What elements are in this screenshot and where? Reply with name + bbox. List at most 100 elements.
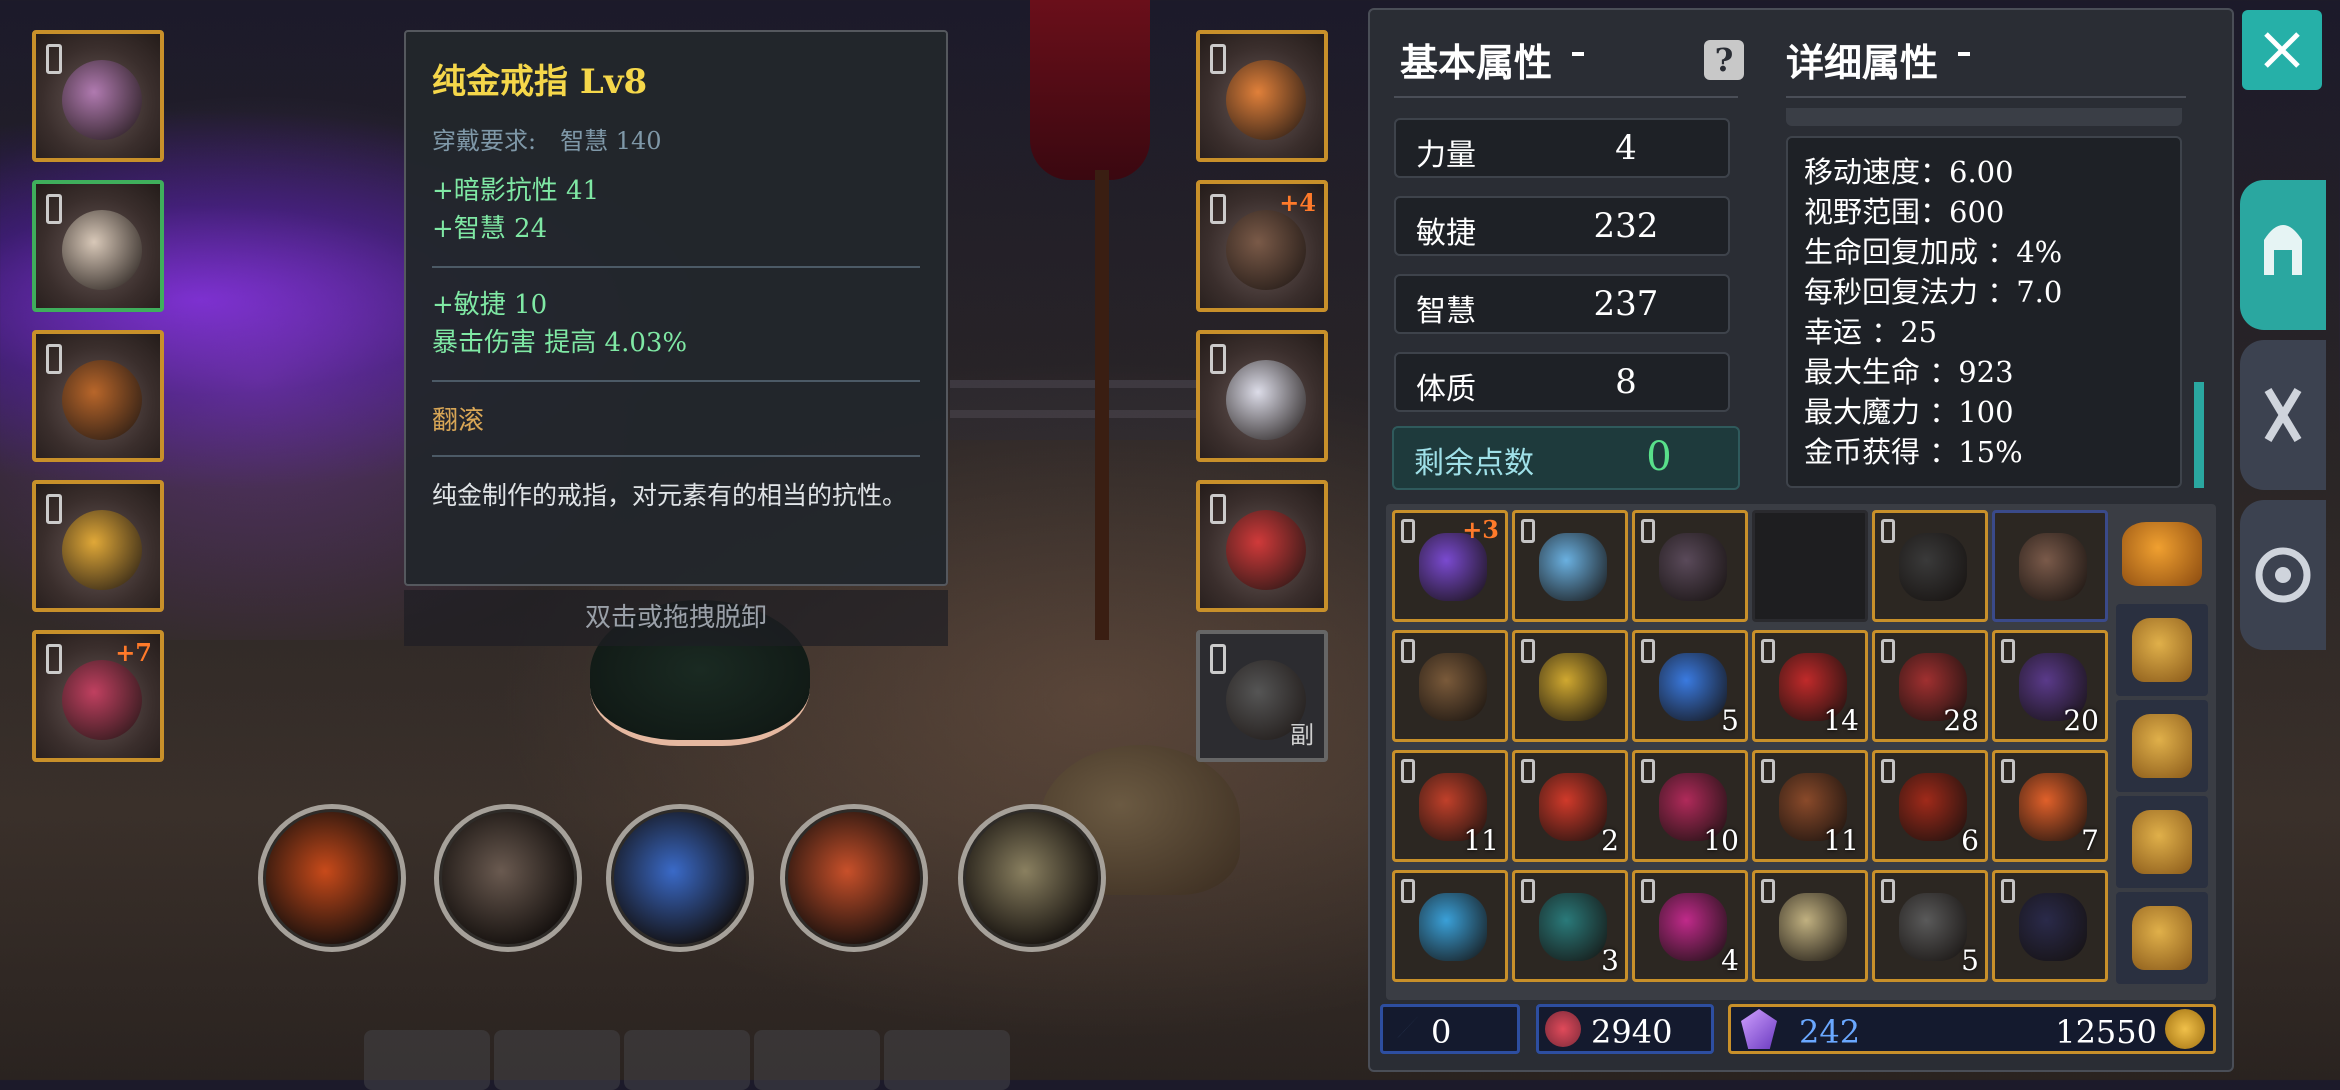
inventory-slot[interactable] (1872, 510, 1988, 622)
equipment-slot[interactable]: 副 (1196, 630, 1328, 762)
stat-label: 体质 (1416, 372, 1476, 407)
equipment-slot[interactable]: +7 (32, 630, 164, 762)
inventory-slot[interactable] (1512, 630, 1628, 742)
inventory-slot[interactable] (1992, 870, 2108, 982)
inventory-slot[interactable]: 7 (1992, 750, 2108, 862)
detail-luck: 幸运 ：25 (1804, 315, 1938, 349)
lock-icon (1210, 44, 1226, 74)
inventory-slot[interactable]: 10 (1632, 750, 1748, 862)
close-button[interactable] (2242, 10, 2322, 90)
inventory-slot[interactable]: 14 (1752, 630, 1868, 742)
stat-agility: 敏捷 232 (1394, 196, 1730, 256)
detail-attributes-list[interactable]: 移动速度：6.00 视野范围：600 生命回复加成 ：4% 每秒回复法力 ：7.… (1786, 136, 2182, 488)
inventory-slot[interactable]: 3 (1512, 870, 1628, 982)
equipment-slot[interactable] (1196, 330, 1328, 462)
lock-icon (1521, 879, 1535, 903)
divider (1786, 96, 2186, 98)
wand-value: 0 (1431, 1013, 1452, 1051)
item-requirement: 穿戴要求: 智慧 140 (432, 121, 920, 156)
bag-slot[interactable] (2116, 604, 2208, 696)
bag-slot[interactable] (2116, 508, 2208, 600)
equipment-slot[interactable] (32, 480, 164, 612)
enhance-level: +7 (115, 638, 152, 667)
requirement-label: 穿戴要求: (432, 127, 537, 155)
close-icon (2264, 32, 2300, 68)
extra-stat: +敏捷 10 (432, 290, 548, 320)
equipment-slot[interactable] (1196, 480, 1328, 612)
fireball-skill-icon[interactable] (780, 804, 928, 952)
inventory-slot[interactable]: 28 (1872, 630, 1988, 742)
heart-currency: 2940 (1536, 1004, 1714, 1054)
bag-slot[interactable] (2116, 796, 2208, 888)
claw-skill-icon[interactable] (434, 804, 582, 952)
equipment-slot[interactable]: +4 (1196, 180, 1328, 312)
lock-icon (1401, 519, 1415, 543)
stack-count: 5 (1721, 704, 1739, 737)
detail-max-mana: 最大魔力 ：100 (1804, 395, 2014, 429)
stack-count: 10 (1703, 824, 1739, 857)
bag-slot[interactable] (2116, 700, 2208, 792)
bag-slot[interactable] (2116, 892, 2208, 984)
equipment-slot[interactable] (32, 30, 164, 162)
stack-count: 5 (1961, 944, 1979, 977)
lock-icon (1641, 879, 1655, 903)
equipment-slot[interactable] (1196, 30, 1328, 162)
enhance-level: +4 (1279, 188, 1316, 217)
inventory-slot[interactable]: 5 (1632, 630, 1748, 742)
lightning-orb-skill-icon[interactable] (606, 804, 754, 952)
stat-label: 智慧 (1416, 294, 1476, 329)
bottom-tab[interactable] (364, 1030, 490, 1090)
inventory-slot[interactable] (1392, 630, 1508, 742)
gold-coin-icon (2165, 1009, 2205, 1049)
stat-constitution: 体质 8 (1394, 352, 1730, 412)
vortex-skill-icon[interactable] (958, 804, 1106, 952)
dark-scale-icon (2019, 893, 2087, 961)
inventory-slot[interactable] (1392, 870, 1508, 982)
bag-icon (2132, 618, 2192, 682)
help-icon[interactable]: ? (1704, 40, 1744, 80)
stack-count: 7 (2081, 824, 2099, 857)
meteor-skill-icon[interactable] (258, 804, 406, 952)
inventory-slot[interactable] (1512, 510, 1628, 622)
inventory-slot[interactable]: 5 (1872, 870, 1988, 982)
bottom-tab[interactable] (754, 1030, 880, 1090)
bottom-tab[interactable] (494, 1030, 620, 1090)
teal-shards-icon (1539, 893, 1607, 961)
detail-hp-regen: 生命回复加成 ：4% (1804, 235, 2063, 269)
inventory-slot[interactable] (1752, 510, 1868, 622)
inventory-slot[interactable]: 11 (1752, 750, 1868, 862)
inventory-slot[interactable] (1752, 870, 1868, 982)
bag-icon (2122, 522, 2202, 586)
shield-icon (1419, 653, 1487, 721)
stat-value: 8 (1615, 362, 1637, 402)
inventory-slot[interactable]: 11 (1392, 750, 1508, 862)
detail-scrollbar[interactable] (2194, 382, 2204, 488)
ring-icon (62, 510, 142, 590)
red-shard-icon (1539, 773, 1607, 841)
inventory-slot[interactable]: 2 (1512, 750, 1628, 862)
inventory-slot[interactable]: 20 (1992, 630, 2108, 742)
settings-tab-icon (2255, 547, 2311, 603)
equipment-slot[interactable] (32, 330, 164, 462)
magenta-orb-icon (1659, 893, 1727, 961)
stack-count: 14 (1823, 704, 1859, 737)
inventory-slot[interactable] (1632, 510, 1748, 622)
bottom-tab[interactable] (624, 1030, 750, 1090)
item-skill: 翻滚 (432, 406, 485, 436)
equipment-slot[interactable] (32, 180, 164, 312)
inventory-slot[interactable]: 6 (1872, 750, 1988, 862)
bottom-tab[interactable] (884, 1030, 1010, 1090)
lock-icon (1881, 759, 1895, 783)
skills-tab-button[interactable] (2240, 340, 2326, 490)
inventory-slot[interactable]: 4 (1632, 870, 1748, 982)
basic-attributes-title: 基本属性 (1400, 40, 1553, 85)
item-title: 纯金戒指 Lv8 (432, 62, 648, 102)
equipment-tab-button[interactable] (2240, 180, 2326, 330)
inventory-slot[interactable] (1992, 510, 2108, 622)
stack-count: 11 (1823, 824, 1859, 857)
gloves-tab-icon (2264, 387, 2302, 443)
lock-icon (2001, 639, 2015, 663)
divider (432, 266, 920, 268)
inventory-slot[interactable]: +3 (1392, 510, 1508, 622)
settings-tab-button[interactable] (2240, 500, 2326, 650)
